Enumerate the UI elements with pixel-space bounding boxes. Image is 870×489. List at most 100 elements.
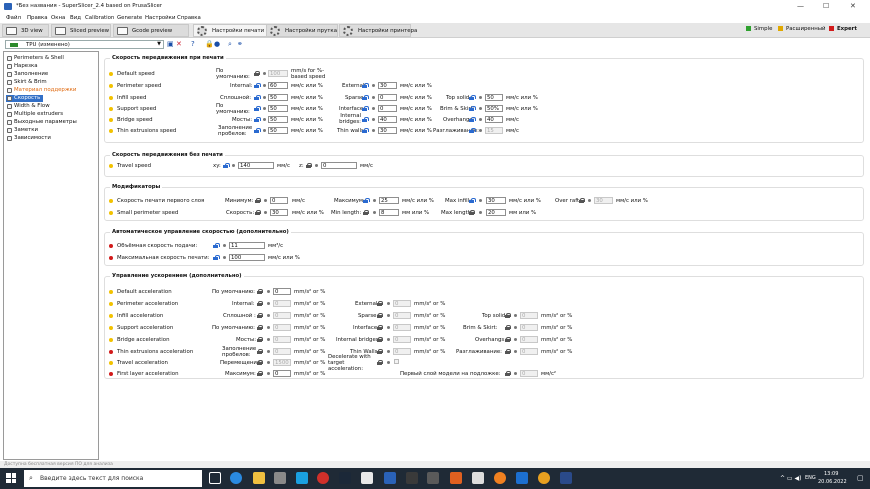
search-icon[interactable]: ⌕ — [228, 40, 232, 49]
perimeter-external-accel-input[interactable]: 0 — [393, 300, 411, 307]
internal-bridges-input[interactable]: 40 — [378, 116, 397, 123]
steam-icon-2[interactable] — [406, 472, 418, 484]
lock-icon[interactable] — [306, 163, 312, 168]
mode-advanced[interactable]: Расширенный — [778, 26, 826, 32]
bullet-icon[interactable]: ● — [214, 40, 220, 48]
bullet-icon[interactable] — [264, 199, 267, 202]
bullet-icon[interactable] — [223, 244, 226, 247]
lock-icon[interactable] — [377, 349, 383, 354]
unlock-icon[interactable] — [363, 198, 370, 203]
bullet-icon[interactable] — [479, 107, 482, 110]
lock-icon[interactable] — [257, 337, 263, 342]
maximize-button[interactable]: ☐ — [823, 2, 829, 10]
unlock-icon[interactable] — [254, 128, 261, 133]
small-perimeter-speed-input[interactable]: 30 — [270, 209, 288, 216]
file-explorer-icon[interactable] — [253, 472, 265, 484]
lock-icon[interactable] — [257, 371, 263, 376]
bullet-icon[interactable] — [232, 164, 235, 167]
task-view-icon[interactable] — [209, 472, 221, 484]
menu-window[interactable]: Окна — [51, 15, 65, 21]
unlock-icon[interactable] — [254, 83, 261, 88]
lock-icon[interactable] — [255, 198, 261, 203]
thin-walls-accel-input[interactable]: 0 — [393, 348, 411, 355]
unlock-icon[interactable] — [469, 198, 476, 203]
bullet-icon[interactable] — [479, 96, 482, 99]
bridge-accel-input[interactable]: 0 — [273, 336, 291, 343]
unlock-icon[interactable] — [362, 83, 369, 88]
mode-simple[interactable]: Simple — [746, 26, 772, 32]
bullet-icon[interactable] — [372, 107, 375, 110]
lock-icon[interactable] — [257, 289, 263, 294]
edge-icon[interactable] — [230, 472, 242, 484]
unlock-icon[interactable] — [362, 128, 369, 133]
opera-icon[interactable] — [317, 472, 329, 484]
sidebar-item-output[interactable]: Выходные параметры — [6, 119, 77, 126]
sidebar-item-perimeters[interactable]: Perimeters & Shell — [6, 55, 64, 62]
bullet-icon[interactable] — [267, 361, 270, 364]
mail-icon[interactable] — [296, 472, 308, 484]
unlock-icon[interactable] — [254, 117, 261, 122]
min-length-input[interactable]: 8 — [379, 209, 399, 216]
taskbar-search-input[interactable]: ⌕ Введите здесь текст для поиска — [24, 470, 202, 487]
superslicer-icon[interactable] — [384, 472, 396, 484]
infill-sparse-input[interactable]: 0 — [378, 94, 397, 101]
menu-file[interactable]: Файл — [6, 15, 21, 21]
unlock-icon[interactable] — [469, 106, 476, 111]
decelerate-checkbox[interactable] — [394, 359, 399, 364]
bullet-icon[interactable] — [267, 350, 270, 353]
store-icon[interactable] — [274, 472, 286, 484]
tab-print-settings[interactable]: Настройки печати — [193, 24, 273, 37]
sidebar-item-width-flow[interactable]: Width & Flow — [6, 103, 50, 110]
help-icon[interactable]: ? — [191, 40, 195, 48]
bullet-icon[interactable] — [514, 338, 517, 341]
support-default-accel-input[interactable]: 0 — [273, 324, 291, 331]
lock-icon[interactable] — [505, 337, 511, 342]
unlock-icon[interactable] — [213, 255, 220, 260]
internal-bridges-accel-input[interactable]: 0 — [393, 336, 411, 343]
save-icon[interactable]: ▣ — [167, 40, 174, 48]
minimize-button[interactable]: — — [797, 2, 804, 10]
bullet-icon[interactable] — [264, 211, 267, 214]
menu-help[interactable]: Справка — [177, 15, 201, 21]
tray-icons[interactable]: ^ ▭ ◀) — [780, 475, 801, 482]
notifications-icon[interactable]: ▢ — [857, 474, 864, 482]
infill-solid-input[interactable]: 50 — [268, 94, 288, 101]
menu-edit[interactable]: Правка — [27, 15, 48, 21]
bullet-icon[interactable] — [267, 302, 270, 305]
tab-sliced-preview[interactable]: Sliced preview — [51, 24, 111, 37]
lock-icon[interactable] — [579, 198, 585, 203]
app-icon-15[interactable] — [516, 472, 528, 484]
app-icon-17[interactable] — [560, 472, 572, 484]
unlock-icon[interactable] — [469, 117, 476, 122]
perimeter-internal-input[interactable]: 60 — [268, 82, 288, 89]
bullet-icon[interactable] — [514, 326, 517, 329]
bullet-icon[interactable] — [263, 107, 266, 110]
volumetric-speed-input[interactable]: 11 — [229, 242, 265, 249]
lock-icon[interactable] — [505, 371, 511, 376]
perimeter-internal-accel-input[interactable]: 0 — [273, 300, 291, 307]
lock-icon[interactable] — [505, 325, 511, 330]
bullet-icon[interactable] — [387, 350, 390, 353]
unlock-icon[interactable] — [362, 117, 369, 122]
bullet-icon[interactable] — [267, 314, 270, 317]
app-icon-14[interactable] — [494, 472, 506, 484]
unlock-icon[interactable] — [223, 163, 230, 168]
app-icon-8[interactable] — [361, 472, 373, 484]
lock-icon[interactable] — [377, 301, 383, 306]
bullet-icon[interactable] — [267, 290, 270, 293]
bullet-icon[interactable] — [315, 164, 318, 167]
first-layer-max-infill-input[interactable]: 30 — [486, 197, 506, 204]
lock-icon[interactable] — [363, 210, 369, 215]
bullet-icon[interactable] — [387, 314, 390, 317]
lock-icon[interactable] — [377, 360, 383, 365]
windows-start-icon[interactable] — [6, 473, 16, 483]
sidebar-item-support[interactable]: Материал поддержки — [6, 87, 76, 94]
max-print-speed-input[interactable]: 100 — [229, 254, 265, 261]
menu-generate[interactable]: Generate — [117, 15, 142, 21]
delete-icon[interactable]: ✕ — [176, 40, 182, 48]
language-indicator[interactable]: ENG — [805, 475, 816, 481]
app-icon-13[interactable] — [472, 472, 484, 484]
unlock-icon[interactable] — [469, 128, 476, 133]
bullet-icon[interactable] — [479, 199, 482, 202]
bullet-icon[interactable] — [387, 361, 390, 364]
